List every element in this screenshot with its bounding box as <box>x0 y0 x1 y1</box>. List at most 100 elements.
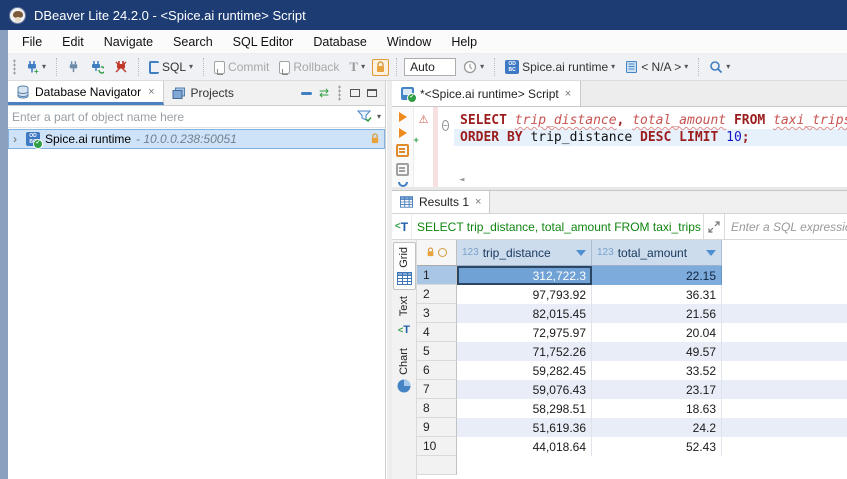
tab-grid[interactable]: Grid <box>393 242 416 290</box>
maximize-results-button[interactable] <box>704 214 725 239</box>
menu-item-window[interactable]: Window <box>377 32 441 52</box>
grid-row[interactable]: 858,298.5118.63 <box>417 399 847 418</box>
column-header-trip-distance[interactable]: 123 trip_distance <box>457 240 592 266</box>
column-header-total-amount[interactable]: 123 total_amount <box>592 240 722 266</box>
close-editor-tab-icon[interactable]: × <box>565 88 571 100</box>
filter-dropdown[interactable]: ▾ <box>377 113 381 121</box>
menu-item-database[interactable]: Database <box>303 32 377 52</box>
object-filter-input[interactable] <box>12 110 357 124</box>
link-with-editor-icon[interactable]: ⇄ <box>319 87 329 99</box>
cell-total-amount[interactable]: 24.2 <box>592 418 722 437</box>
sql-code-area[interactable]: SELECT trip_distance, total_amount FROM … <box>454 107 847 187</box>
menu-item-search[interactable]: Search <box>163 32 223 52</box>
tab-results-1[interactable]: Results 1 × <box>392 191 490 213</box>
reconnect-button[interactable] <box>87 58 107 76</box>
tab-chart[interactable]: Chart <box>393 344 416 397</box>
fold-collapse-icon[interactable]: − <box>442 120 449 131</box>
script-log-icon[interactable] <box>396 163 409 176</box>
transaction-history-button[interactable]: ▾ <box>460 58 487 76</box>
collapse-all-icon[interactable] <box>301 92 312 95</box>
row-number[interactable]: 9 <box>417 418 457 437</box>
cell-trip-distance[interactable]: 59,076.43 <box>457 380 592 399</box>
cell-trip-distance[interactable]: 72,975.97 <box>457 323 592 342</box>
menu-item-file[interactable]: File <box>12 32 52 52</box>
row-number[interactable]: 6 <box>417 361 457 380</box>
row-number[interactable]: 2 <box>417 285 457 304</box>
sql-editor-button[interactable]: SQL ▾ <box>146 58 196 76</box>
connection-lock-button[interactable] <box>372 59 389 76</box>
menu-item-help[interactable]: Help <box>441 32 487 52</box>
tab-database-navigator[interactable]: Database Navigator × <box>8 81 164 105</box>
cell-total-amount[interactable]: 52.43 <box>592 437 722 456</box>
menu-item-navigate[interactable]: Navigate <box>94 32 163 52</box>
search-button[interactable]: ▾ <box>706 58 733 76</box>
grid-row[interactable]: 472,975.9720.04 <box>417 323 847 342</box>
history-dropdown[interactable]: ▾ <box>480 63 484 71</box>
cell-total-amount[interactable]: 18.63 <box>592 399 722 418</box>
cell-trip-distance[interactable]: 71,752.26 <box>457 342 592 361</box>
sort-desc-icon[interactable] <box>576 250 586 256</box>
row-number[interactable]: 5 <box>417 342 457 361</box>
connect-button[interactable] <box>64 58 83 76</box>
tab-text[interactable]: Text <T <box>393 292 416 342</box>
grid-row[interactable]: 951,619.3624.2 <box>417 418 847 437</box>
maximize-view-icon[interactable] <box>367 89 377 97</box>
sql-editor-dropdown[interactable]: ▾ <box>189 63 193 71</box>
grid-row[interactable]: 659,282.4533.52 <box>417 361 847 380</box>
grid-row[interactable]: 759,076.4323.17 <box>417 380 847 399</box>
row-number[interactable]: 3 <box>417 304 457 323</box>
row-number[interactable]: 4 <box>417 323 457 342</box>
row-number[interactable]: 1 <box>417 266 457 285</box>
results-query-text[interactable]: SELECT trip_distance, total_amount FROM … <box>412 214 704 239</box>
tree-expander-icon[interactable]: › <box>13 132 21 146</box>
rollback-button[interactable]: Rollback <box>276 58 342 76</box>
close-tab-icon[interactable]: × <box>148 86 154 98</box>
explain-plan-icon[interactable] <box>398 182 408 187</box>
menu-item-edit[interactable]: Edit <box>52 32 94 52</box>
title-bar[interactable]: DBeaver Lite 24.2.0 - <Spice.ai runtime>… <box>0 0 847 30</box>
new-connection-dropdown[interactable]: ▾ <box>42 63 46 71</box>
close-results-tab-icon[interactable]: × <box>475 196 481 208</box>
editor-hscroll-left-icon[interactable]: ◄ <box>459 175 464 185</box>
cell-total-amount[interactable]: 23.17 <box>592 380 722 399</box>
active-connection-selector[interactable]: OD BC Spice.ai runtime ▾ <box>502 58 618 76</box>
tab-sql-script[interactable]: *<Spice.ai runtime> Script × <box>392 81 581 106</box>
search-dropdown[interactable]: ▾ <box>726 63 730 71</box>
grid-row[interactable]: 1044,018.6452.43 <box>417 437 847 456</box>
tab-projects[interactable]: Projects <box>164 81 242 105</box>
transaction-log-button[interactable]: T ▾ <box>346 57 368 77</box>
menu-item-sql-editor[interactable]: SQL Editor <box>223 32 304 52</box>
cell-total-amount[interactable]: 36.31 <box>592 285 722 304</box>
grid-corner-cell[interactable] <box>417 240 457 266</box>
results-filter-input[interactable] <box>725 220 847 234</box>
row-number[interactable]: 7 <box>417 380 457 399</box>
view-menu-handle[interactable] <box>338 85 341 101</box>
cell-trip-distance[interactable]: 82,015.45 <box>457 304 592 323</box>
commit-button[interactable]: Commit <box>211 58 272 76</box>
cell-trip-distance[interactable]: 51,619.36 <box>457 418 592 437</box>
grid-row[interactable]: 297,793.9236.31 <box>417 285 847 304</box>
row-number[interactable]: 10 <box>417 437 457 456</box>
cell-total-amount[interactable]: 33.52 <box>592 361 722 380</box>
grid-row[interactable]: 1312,722.322.15 <box>417 266 847 285</box>
autocommit-combo[interactable]: Auto <box>404 58 456 76</box>
active-schema-selector[interactable]: < N/A > ▾ <box>622 58 691 76</box>
cell-total-amount[interactable]: 20.04 <box>592 323 722 342</box>
cell-trip-distance[interactable]: 58,298.51 <box>457 399 592 418</box>
cell-trip-distance[interactable]: 59,282.45 <box>457 361 592 380</box>
execute-script-icon[interactable] <box>396 144 409 157</box>
cell-total-amount[interactable]: 21.56 <box>592 304 722 323</box>
new-connection-button[interactable]: + ▾ <box>22 58 49 76</box>
cell-total-amount[interactable]: 22.15 <box>592 266 722 285</box>
grid-row[interactable]: 571,752.2649.57 <box>417 342 847 361</box>
execute-new-tab-icon[interactable]: + <box>399 128 407 138</box>
execute-statement-icon[interactable] <box>399 112 407 122</box>
cell-total-amount[interactable]: 49.57 <box>592 342 722 361</box>
sort-arrow-icon[interactable] <box>706 250 716 256</box>
disconnect-button[interactable] <box>111 58 131 76</box>
transaction-dropdown[interactable]: ▾ <box>361 63 365 71</box>
grid-row[interactable]: 382,015.4521.56 <box>417 304 847 323</box>
connection-dropdown[interactable]: ▾ <box>611 63 615 71</box>
cell-trip-distance[interactable]: 312,722.3 <box>457 266 592 285</box>
row-number[interactable]: 8 <box>417 399 457 418</box>
